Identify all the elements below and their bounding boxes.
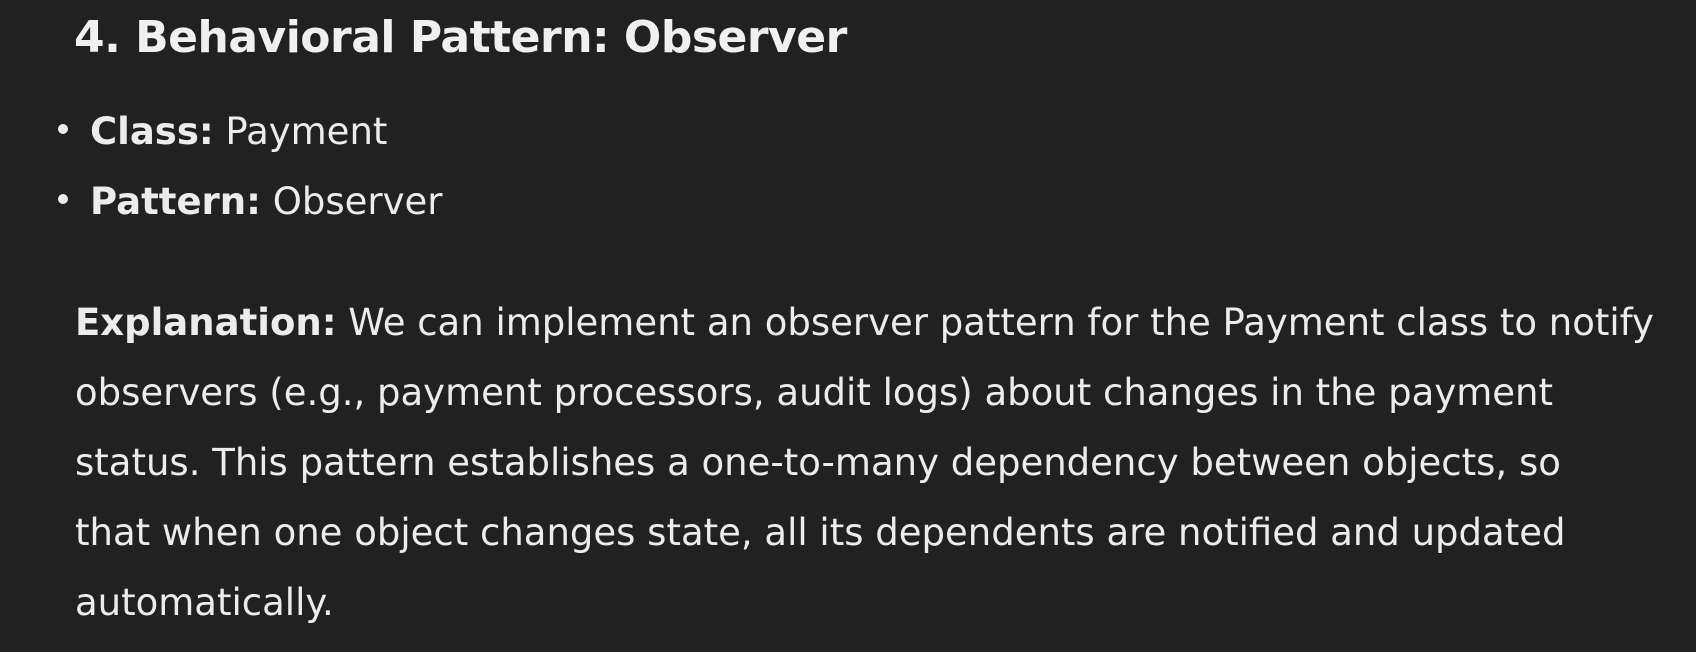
explanation-line-5: automatically.	[75, 581, 334, 624]
explanation-paragraph: Explanation: We can implement an observe…	[75, 288, 1654, 638]
pattern-label: Pattern:	[90, 180, 261, 223]
class-value: Payment	[213, 110, 388, 153]
bullet-dot-icon	[58, 194, 68, 204]
explanation-label: Explanation:	[75, 301, 337, 344]
list-item-text: Class: Payment	[90, 106, 387, 158]
bullet-dot-icon	[58, 124, 68, 134]
explanation-line-4: that when one object changes state, all …	[75, 511, 1566, 554]
explanation-line-2: observers (e.g., payment processors, aud…	[75, 371, 1553, 414]
class-label: Class:	[90, 110, 214, 153]
explanation-line-1: Explanation: We can implement an observe…	[75, 288, 1654, 358]
list-item-text: Pattern: Observer	[90, 176, 442, 228]
document-content: 4. Behavioral Pattern: Observer Class: P…	[0, 0, 1696, 652]
explanation-line-3: status. This pattern establishes a one-t…	[75, 441, 1561, 484]
explanation-text: We can implement an observer pattern for…	[336, 301, 1654, 344]
pattern-value: Observer	[260, 180, 443, 223]
section-heading: 4. Behavioral Pattern: Observer	[74, 12, 847, 63]
